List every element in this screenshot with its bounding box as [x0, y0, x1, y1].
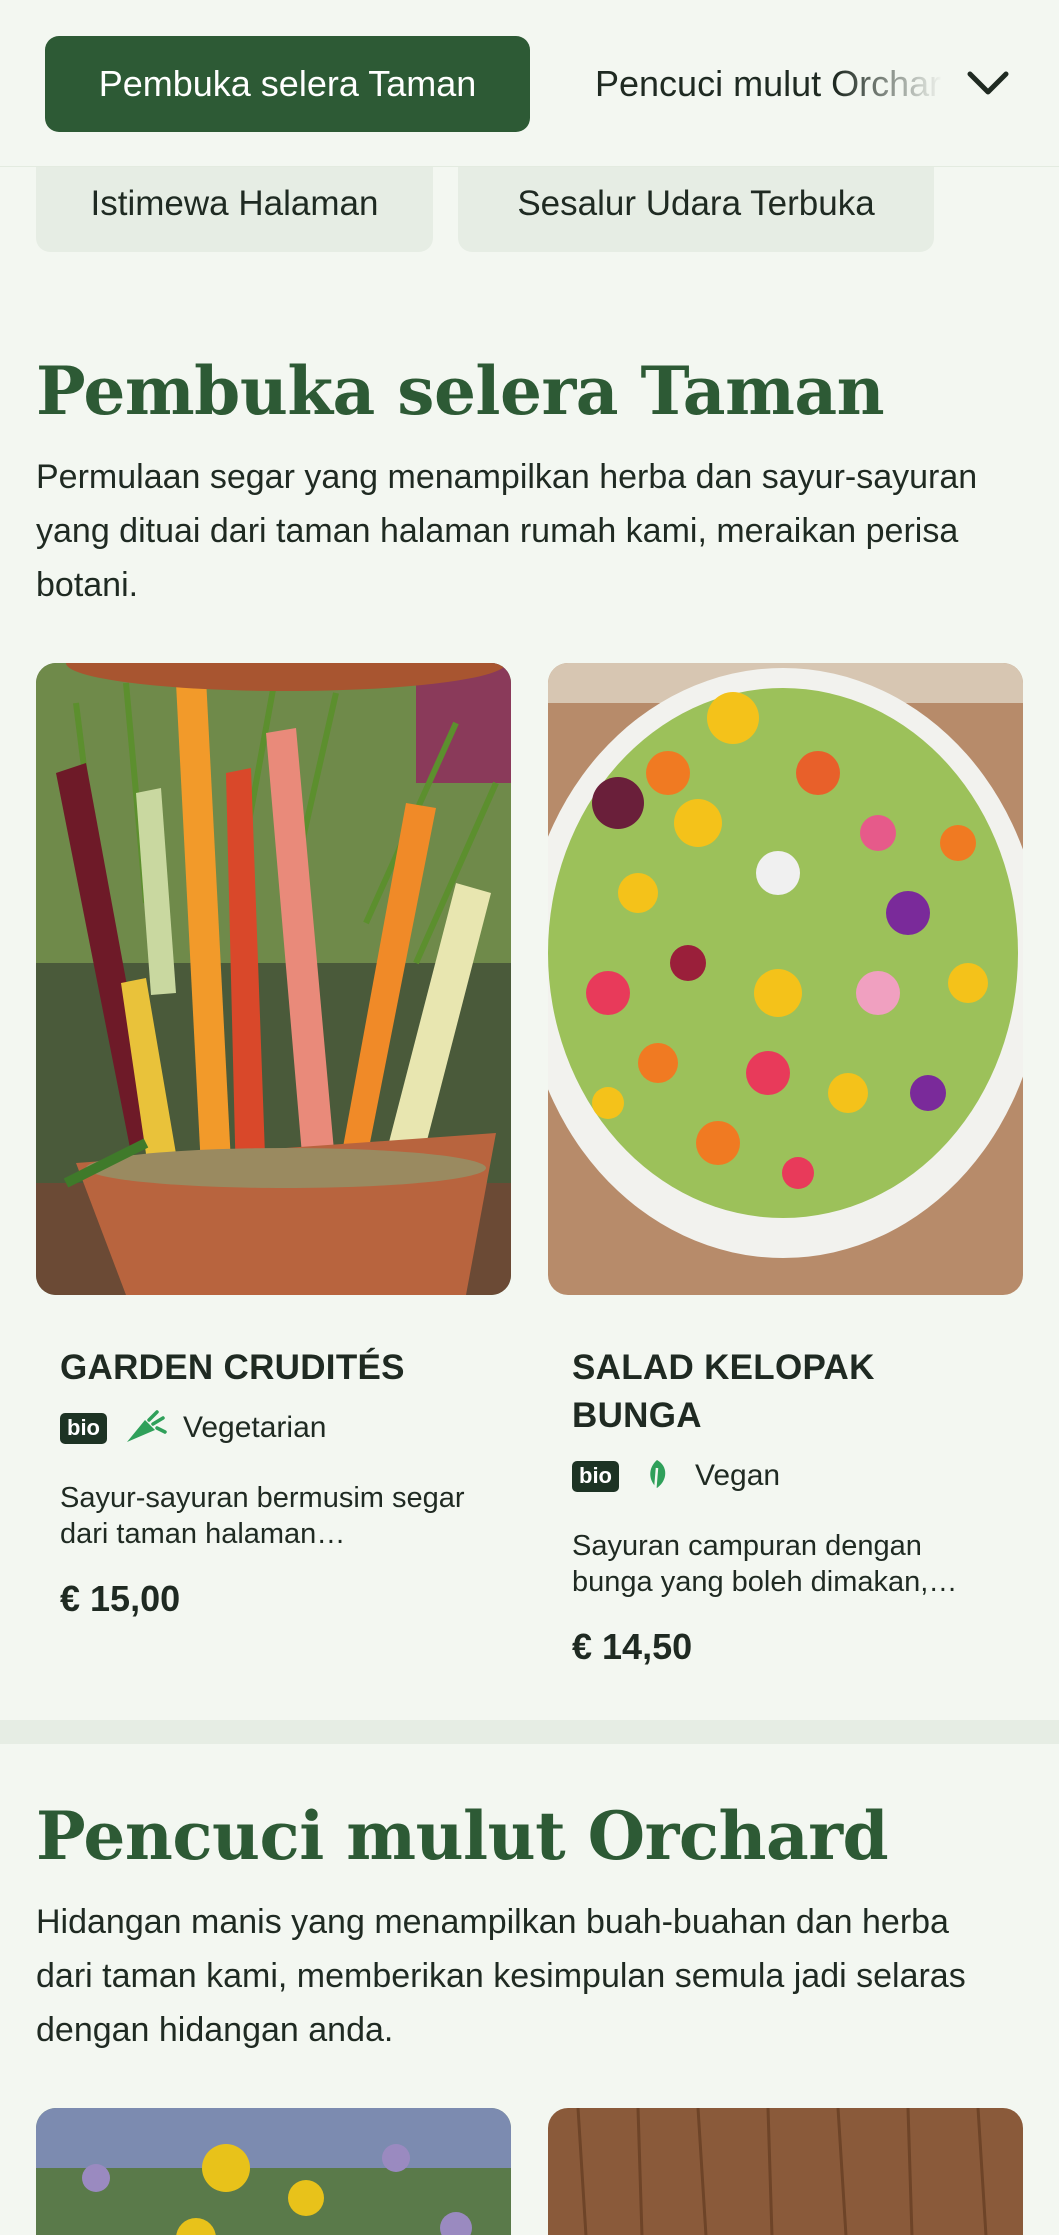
section-title: Pembuka selera Taman — [36, 352, 885, 430]
diet-label: Vegan — [695, 1459, 781, 1492]
category-nav: Pembuka selera Taman Pencuci mulut Orcha… — [0, 0, 1059, 167]
dessert-photo[interactable] — [36, 2108, 511, 2235]
section-description: Hidangan manis yang menampilkan buah-bua… — [36, 1903, 966, 2049]
nav-tab-garden-starters[interactable]: Pembuka selera Taman — [45, 36, 530, 132]
section-description: Permulaan segar yang menampilkan herba d… — [36, 458, 978, 604]
section-title: Pencuci mulut Orchard — [36, 1797, 889, 1875]
dessert-photo[interactable] — [548, 2108, 1023, 2235]
leaf-icon — [635, 1456, 679, 1496]
chevron-down-icon[interactable] — [960, 56, 1016, 112]
bio-badge: bio — [60, 1412, 107, 1444]
bio-badge: bio — [572, 1460, 619, 1492]
dish-price: € 15,00 — [60, 1578, 181, 1619]
dish-name[interactable]: GARDEN CRUDITÉS — [60, 1344, 460, 1392]
dish-description: Sayur-sayuran bermusim segar dari taman … — [60, 1482, 465, 1550]
diet-label: Vegetarian — [183, 1411, 327, 1444]
dish-tags: bio Vegetarian — [60, 1408, 326, 1448]
flower-salad-photo[interactable] — [548, 663, 1023, 1295]
dish-tags: bio Vegan — [572, 1456, 780, 1496]
dish-name[interactable]: SALAD KELOPAK BUNGA — [572, 1344, 972, 1440]
nav-tab-orchard-desserts[interactable]: Pencuci mulut Orchard — [595, 36, 950, 132]
dish-price: € 14,50 — [572, 1626, 693, 1667]
potted-carrots-photo[interactable] — [36, 663, 511, 1295]
dish-description: Sayuran campuran dengan bunga yang boleh… — [572, 1530, 958, 1598]
carrot-icon — [123, 1408, 167, 1448]
section-divider — [0, 1720, 1059, 1744]
